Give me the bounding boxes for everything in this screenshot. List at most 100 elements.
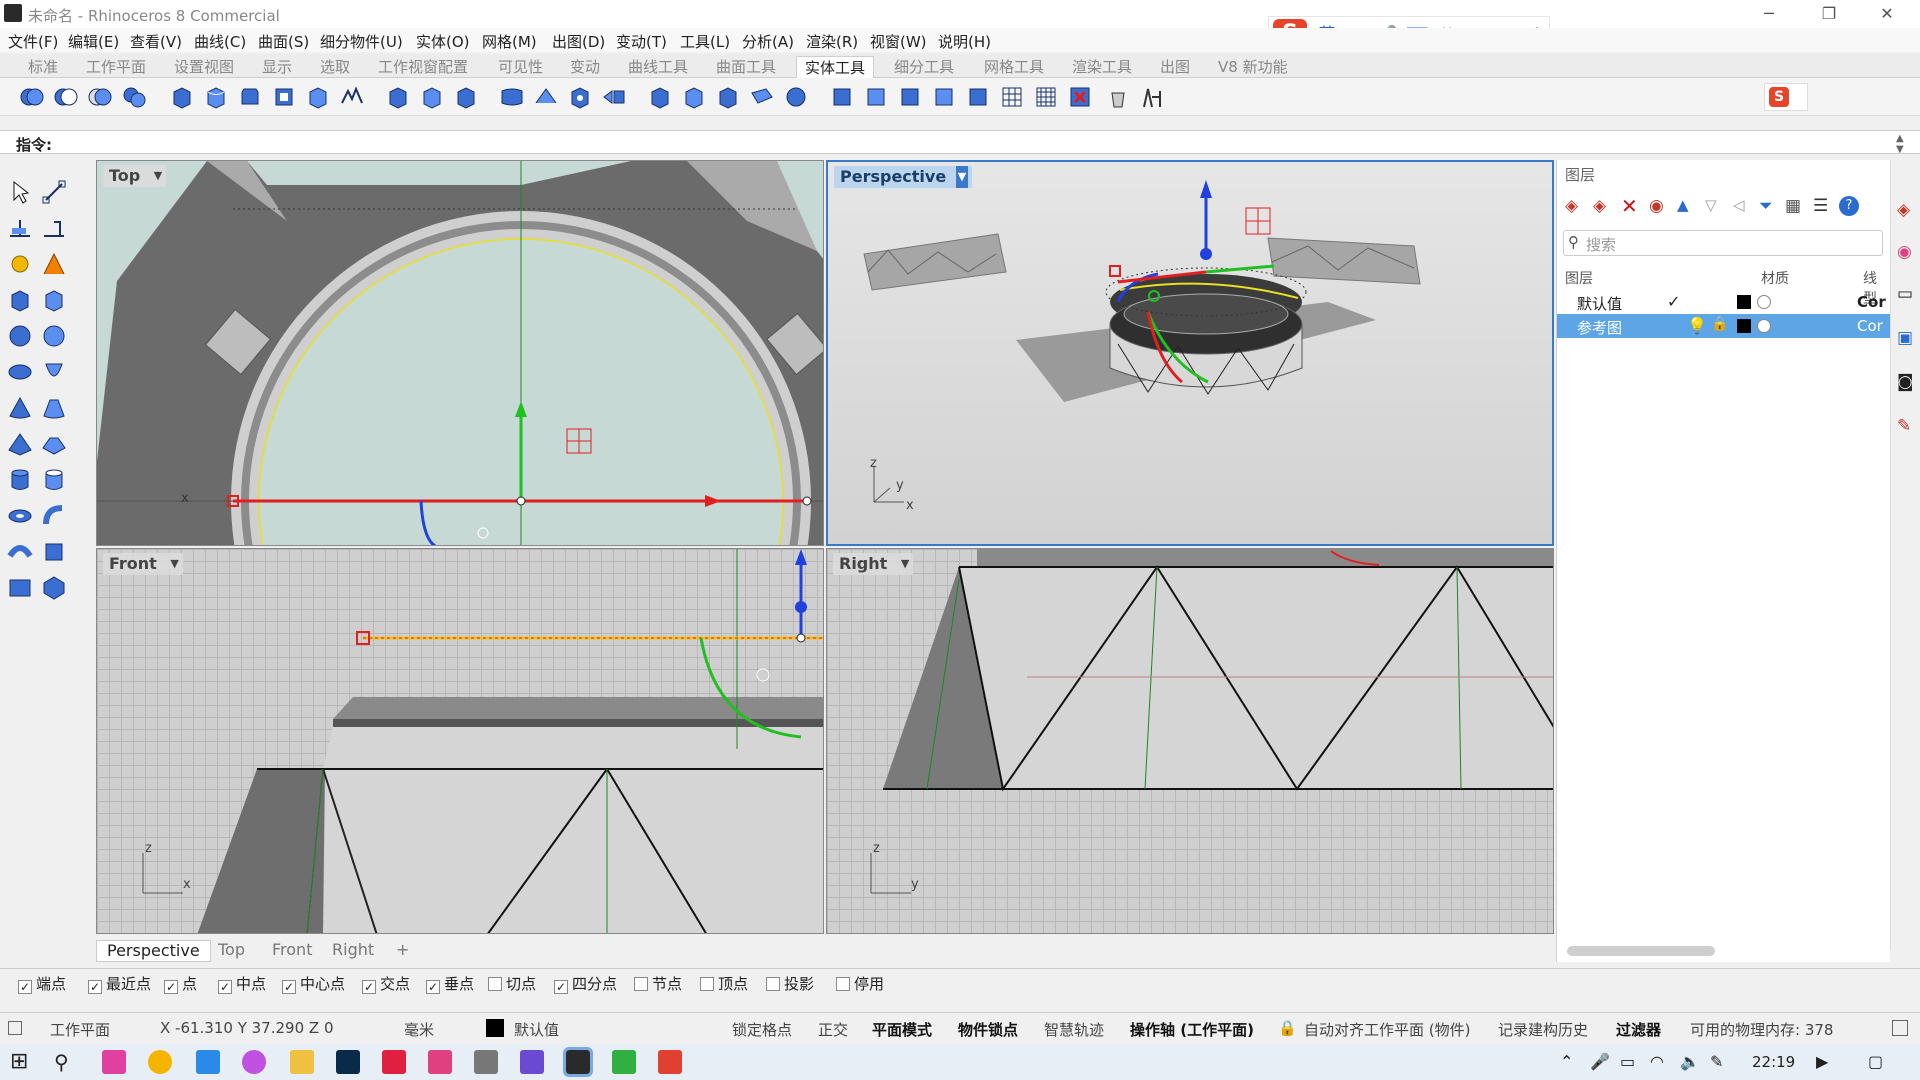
boolean-intersection-icon[interactable] — [86, 83, 114, 111]
checkbox[interactable]: ✓ — [426, 980, 440, 994]
help-icon[interactable]: ? — [1839, 196, 1859, 216]
solid-points-icon[interactable] — [896, 83, 924, 111]
tab-mesh-tools[interactable]: 网格工具 — [976, 56, 1052, 78]
select-arrow-icon[interactable] — [6, 178, 34, 206]
osnap-0[interactable]: ✓ 端点 — [18, 973, 66, 994]
status-layer[interactable]: 默认值 — [514, 1019, 559, 1040]
battery-icon[interactable]: ▭ — [1620, 1050, 1644, 1074]
move-down-icon[interactable]: ▽ — [1705, 196, 1717, 214]
layer-color-swatch[interactable] — [1737, 319, 1751, 333]
surface-from-curves-icon[interactable] — [40, 250, 68, 278]
paraboloid-icon[interactable] — [40, 358, 68, 386]
cylinder-icon[interactable] — [6, 466, 34, 494]
menu-file[interactable]: 文件(F) — [8, 31, 58, 52]
tab-standard[interactable]: 标准 — [20, 56, 66, 78]
layer-color-swatch[interactable] — [1737, 295, 1751, 309]
volume-icon[interactable]: 🔈 — [1680, 1050, 1704, 1074]
sphere-icon[interactable] — [6, 322, 34, 350]
extrude-curve-icon[interactable] — [6, 538, 34, 566]
lock-icon[interactable]: 🔒 — [1711, 316, 1728, 332]
viewport-label-right[interactable]: Right ▼ — [833, 553, 914, 575]
curve-edit-icon[interactable] — [6, 250, 34, 278]
menu-help[interactable]: 说明(H) — [938, 31, 991, 52]
split-face-icon[interactable] — [498, 83, 526, 111]
chrome-icon[interactable] — [148, 1050, 172, 1074]
boolean-two-objects-icon[interactable] — [782, 83, 810, 111]
rotate-face-icon[interactable] — [646, 83, 674, 111]
minimize-icon[interactable]: ─ — [1746, 2, 1792, 26]
layer-material-icon[interactable] — [1757, 319, 1771, 333]
viewport-perspective[interactable]: Perspective ▼ z y x — [826, 160, 1554, 546]
render-brush-icon[interactable]: ✎ — [1897, 416, 1911, 436]
checkbox[interactable] — [766, 977, 780, 991]
microphone-icon[interactable]: 🎤 — [1590, 1050, 1614, 1074]
tab-set-view[interactable]: 设置视图 — [166, 56, 242, 78]
cone-icon[interactable] — [6, 394, 34, 422]
edit-solid-icon[interactable] — [930, 83, 958, 111]
tab-subd-tools[interactable]: 细分工具 — [886, 56, 962, 78]
viewport-top[interactable]: Top ▼ x — [96, 160, 824, 546]
move-out-icon[interactable]: ◁ — [1733, 196, 1745, 214]
menu-tools[interactable]: 工具(L) — [680, 31, 730, 52]
color-wheel-icon[interactable]: ◉ — [1897, 242, 1912, 262]
viewport-label-perspective[interactable]: Perspective ▼ — [834, 166, 973, 188]
move-edge-icon[interactable] — [452, 83, 480, 111]
extract-surface-icon[interactable] — [168, 83, 196, 111]
extrude-surface-icon[interactable] — [40, 538, 68, 566]
create-solid-icon[interactable] — [828, 83, 856, 111]
named-views-icon[interactable]: ▣ — [1897, 328, 1913, 348]
browser-icon[interactable] — [196, 1050, 220, 1074]
tab-solid-tools[interactable]: 实体工具 — [796, 56, 875, 78]
sphere-edit-icon[interactable] — [40, 322, 68, 350]
move-up-icon[interactable]: ▲ — [1677, 196, 1689, 214]
torus-icon[interactable] — [6, 502, 34, 530]
layers-scrollbar[interactable] — [1567, 946, 1715, 956]
table-icon[interactable]: ▦ — [1785, 196, 1801, 216]
extrude-face-icon[interactable] — [384, 83, 412, 111]
tab-curve-tools[interactable]: 曲线工具 — [620, 56, 696, 78]
menu-drafting[interactable]: 出图(D) — [552, 31, 605, 52]
box-icon[interactable] — [6, 286, 34, 314]
layer-search-input[interactable]: ⚲ 搜索 — [1563, 230, 1883, 256]
solid-polygon-icon[interactable] — [40, 574, 68, 602]
merge-faces-icon[interactable] — [714, 83, 742, 111]
structure-icon[interactable] — [1138, 83, 1166, 111]
current-layer-check-icon[interactable]: ✓ — [1667, 292, 1680, 311]
menu-curve[interactable]: 曲线(C) — [194, 31, 246, 52]
osnap-5[interactable]: ✓ 交点 — [362, 973, 410, 994]
checkbox[interactable] — [634, 977, 648, 991]
status-autocplane[interactable]: 自动对齐工作平面 (物件) — [1304, 1019, 1470, 1040]
fold-face-icon[interactable] — [532, 83, 560, 111]
osnap-1[interactable]: ✓ 最近点 — [88, 973, 151, 994]
polyline-icon[interactable] — [40, 214, 68, 242]
truncated-cone-icon[interactable] — [40, 394, 68, 422]
tab-v8-new[interactable]: V8 新功能 — [1210, 56, 1296, 78]
search-icon[interactable]: ⚲ — [54, 1050, 78, 1074]
truncated-pyramid-icon[interactable] — [40, 430, 68, 458]
menu-analyze[interactable]: 分析(A) — [742, 31, 794, 52]
tab-transform[interactable]: 变动 — [562, 56, 608, 78]
box-edit-icon[interactable] — [40, 286, 68, 314]
status-filter[interactable]: 过滤器 — [1616, 1019, 1661, 1040]
checkbox[interactable]: ✓ — [164, 980, 178, 994]
menu-icon[interactable]: ☰ — [1813, 196, 1828, 216]
wire-cut-icon[interactable] — [338, 83, 366, 111]
boolean-union-icon[interactable] — [18, 83, 46, 111]
chamfer-edge-icon[interactable] — [236, 83, 264, 111]
status-osnap[interactable]: 物件锁点 — [958, 1019, 1018, 1040]
layer-row-reference[interactable]: 参考图 💡 🔒 Cor — [1557, 314, 1891, 338]
xmind-icon[interactable] — [382, 1050, 406, 1074]
vp-tab-perspective[interactable]: Perspective — [96, 940, 211, 962]
photoshop-icon[interactable] — [336, 1050, 360, 1074]
extract-curve-icon[interactable] — [600, 83, 628, 111]
keyshot-icon[interactable] — [520, 1050, 544, 1074]
cplane-toggle-icon[interactable] — [8, 1021, 22, 1035]
layer-row-default[interactable]: 默认值 ✓ Cor — [1557, 290, 1891, 314]
mesh-grid-icon[interactable] — [998, 83, 1026, 111]
point-icon[interactable] — [40, 178, 68, 206]
checkbox[interactable]: ✓ — [88, 980, 102, 994]
green-app-icon[interactable] — [612, 1050, 636, 1074]
checkbox[interactable] — [488, 977, 502, 991]
pen-icon[interactable]: ✎ — [1710, 1050, 1734, 1074]
menu-viewport[interactable]: 视窗(W) — [870, 31, 927, 52]
